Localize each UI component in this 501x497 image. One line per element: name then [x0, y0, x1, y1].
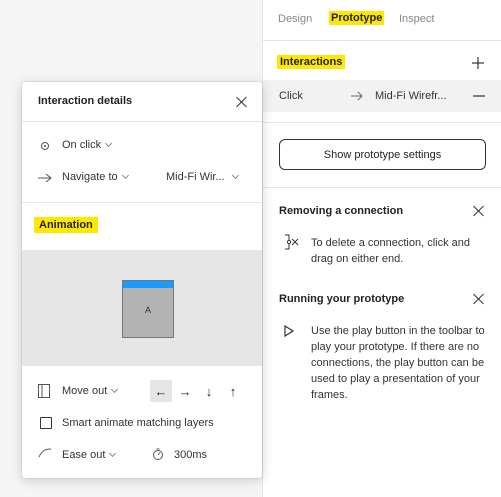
direction-down-button[interactable]: ↓ [198, 380, 220, 402]
smart-animate-checkbox[interactable] [40, 417, 52, 429]
transition-icon [38, 384, 50, 398]
trigger-dropdown[interactable]: On click [62, 139, 113, 151]
action-dropdown[interactable]: Navigate to [62, 171, 129, 183]
divider [263, 122, 501, 123]
transition-dropdown[interactable]: Move out [62, 385, 119, 397]
arrow-right-icon [351, 91, 363, 101]
smart-animate-label: Smart animate matching layers [62, 417, 214, 429]
interaction-row[interactable]: Click Mid-Fi Wirefr... [263, 80, 501, 112]
running-prototype-text: Use the play button in the toolbar to pl… [311, 325, 485, 401]
close-icon[interactable] [473, 205, 485, 217]
chevron-down-icon [111, 385, 119, 394]
arrow-down-icon: ↓ [205, 383, 213, 399]
chevron-down-icon [109, 449, 117, 458]
easing-value: Ease out [62, 449, 106, 461]
timer-icon [153, 448, 163, 460]
interactions-title: Interactions [277, 55, 346, 69]
arrow-right-icon: → [178, 383, 192, 399]
animation-label: Animation [34, 217, 98, 233]
chevron-down-icon [121, 171, 129, 180]
removing-connection-title: Removing a connection [279, 205, 404, 217]
divider [263, 187, 501, 188]
click-trigger-icon [41, 142, 49, 150]
arrow-left-icon: ← [154, 383, 168, 399]
direction-right-button[interactable]: → [174, 380, 196, 402]
chevron-down-icon [105, 139, 113, 148]
transition-value: Move out [62, 385, 108, 397]
interaction-details-popup: Interaction details On click Navigate to… [22, 82, 262, 478]
tab-prototype[interactable]: Prototype [329, 11, 385, 25]
panel-tabs: Design Prototype Inspect [263, 0, 501, 41]
destination-dropdown[interactable]: Mid-Fi Wir... [166, 171, 239, 183]
running-prototype-title: Running your prototype [279, 293, 405, 305]
divider [22, 202, 262, 203]
direction-left-button[interactable]: ← [150, 380, 172, 402]
destination-value: Mid-Fi Wir... [166, 171, 225, 183]
arrow-up-icon: ↑ [229, 383, 237, 399]
disconnect-icon [285, 234, 299, 250]
plus-icon[interactable] [472, 57, 484, 69]
properties-panel: Design Prototype Inspect Interactions Cl… [262, 0, 501, 497]
action-value: Navigate to [62, 171, 118, 183]
easing-curve-icon [38, 448, 52, 458]
minus-icon[interactable] [473, 95, 485, 97]
arrow-right-icon [38, 173, 52, 183]
easing-dropdown[interactable]: Ease out [62, 449, 117, 461]
popup-title: Interaction details [38, 95, 133, 107]
frame-letter: A [144, 305, 151, 315]
divider [22, 121, 262, 122]
frame-header-bar [123, 281, 173, 288]
interaction-target: Mid-Fi Wirefr... [375, 90, 447, 102]
show-prototype-settings-button[interactable]: Show prototype settings [279, 139, 486, 170]
play-icon [284, 324, 295, 338]
removing-connection-text: To delete a connection, click and drag o… [311, 237, 470, 265]
interaction-trigger: Click [279, 90, 303, 102]
chevron-down-icon [231, 171, 239, 180]
tab-design[interactable]: Design [278, 13, 312, 25]
direction-up-button[interactable]: ↑ [222, 380, 244, 402]
duration-input[interactable]: 300ms [174, 449, 207, 461]
preview-frame: A [122, 280, 174, 338]
close-icon[interactable] [473, 293, 485, 305]
animation-preview: A [22, 250, 262, 366]
close-icon[interactable] [236, 96, 248, 108]
trigger-value: On click [62, 139, 102, 151]
tab-inspect[interactable]: Inspect [399, 13, 434, 25]
